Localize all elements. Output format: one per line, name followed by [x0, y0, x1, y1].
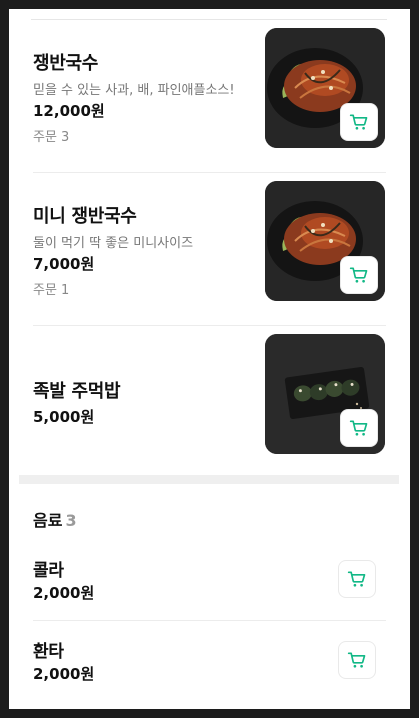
menu-item-name: 미니 쟁반국수: [33, 206, 137, 227]
menu-item-fanta[interactable]: 환타 2,000원: [9, 621, 410, 701]
add-to-cart-button[interactable]: [341, 410, 377, 446]
shopping-cart-icon: [347, 652, 366, 668]
section-title-label: 음료: [33, 511, 63, 530]
menu-item-cola[interactable]: 콜라 2,000원: [9, 541, 410, 621]
menu-item-description: 둘이 먹기 딱 좋은 미니사이즈: [33, 236, 194, 251]
menu-item-photo: [265, 181, 385, 301]
add-to-cart-button[interactable]: [341, 104, 377, 140]
shopping-cart-icon: [349, 267, 368, 283]
menu-item-mini-jaengban-guksu[interactable]: 미니 쟁반국수 둘이 먹기 딱 좋은 미니사이즈 7,000원 주문 1: [9, 174, 410, 326]
section-title-drinks: 음료 3: [33, 507, 77, 531]
menu-item-name: 쟁반국수: [33, 53, 99, 74]
item-divider: [33, 172, 386, 173]
section-item-count: 3: [65, 511, 77, 530]
menu-item-price: 2,000원: [33, 665, 95, 683]
menu-item-order-count: 주문 1: [33, 283, 70, 298]
menu-item-price: 7,000원: [33, 255, 95, 273]
menu-item-name: 콜라: [33, 561, 64, 581]
shopping-cart-icon: [349, 420, 368, 436]
menu-screen: 쟁반국수 믿을 수 있는 사과, 배, 파인애플소스! 12,000원 주문 3: [9, 9, 410, 709]
shopping-cart-icon: [347, 571, 366, 587]
menu-item-name: 환타: [33, 642, 64, 662]
divider: [31, 19, 387, 20]
menu-item-jaengban-guksu[interactable]: 쟁반국수 믿을 수 있는 사과, 배, 파인애플소스! 12,000원 주문 3: [9, 21, 410, 173]
menu-item-price: 2,000원: [33, 584, 95, 602]
add-to-cart-button[interactable]: [339, 561, 375, 597]
item-divider: [33, 325, 386, 326]
menu-item-description: 믿을 수 있는 사과, 배, 파인애플소스!: [33, 83, 235, 98]
add-to-cart-button[interactable]: [341, 257, 377, 293]
menu-item-order-count: 주문 3: [33, 130, 70, 145]
menu-item-price: 5,000원: [33, 408, 95, 426]
menu-item-photo: [265, 334, 385, 454]
menu-item-photo: [265, 28, 385, 148]
shopping-cart-icon: [349, 114, 368, 130]
section-separator: [19, 475, 399, 484]
menu-item-name: 족발 주먹밥: [33, 381, 121, 402]
add-to-cart-button[interactable]: [339, 642, 375, 678]
menu-item-price: 12,000원: [33, 102, 105, 120]
menu-item-jokbal-jumeokbap[interactable]: 족발 주먹밥 5,000원: [9, 327, 410, 479]
